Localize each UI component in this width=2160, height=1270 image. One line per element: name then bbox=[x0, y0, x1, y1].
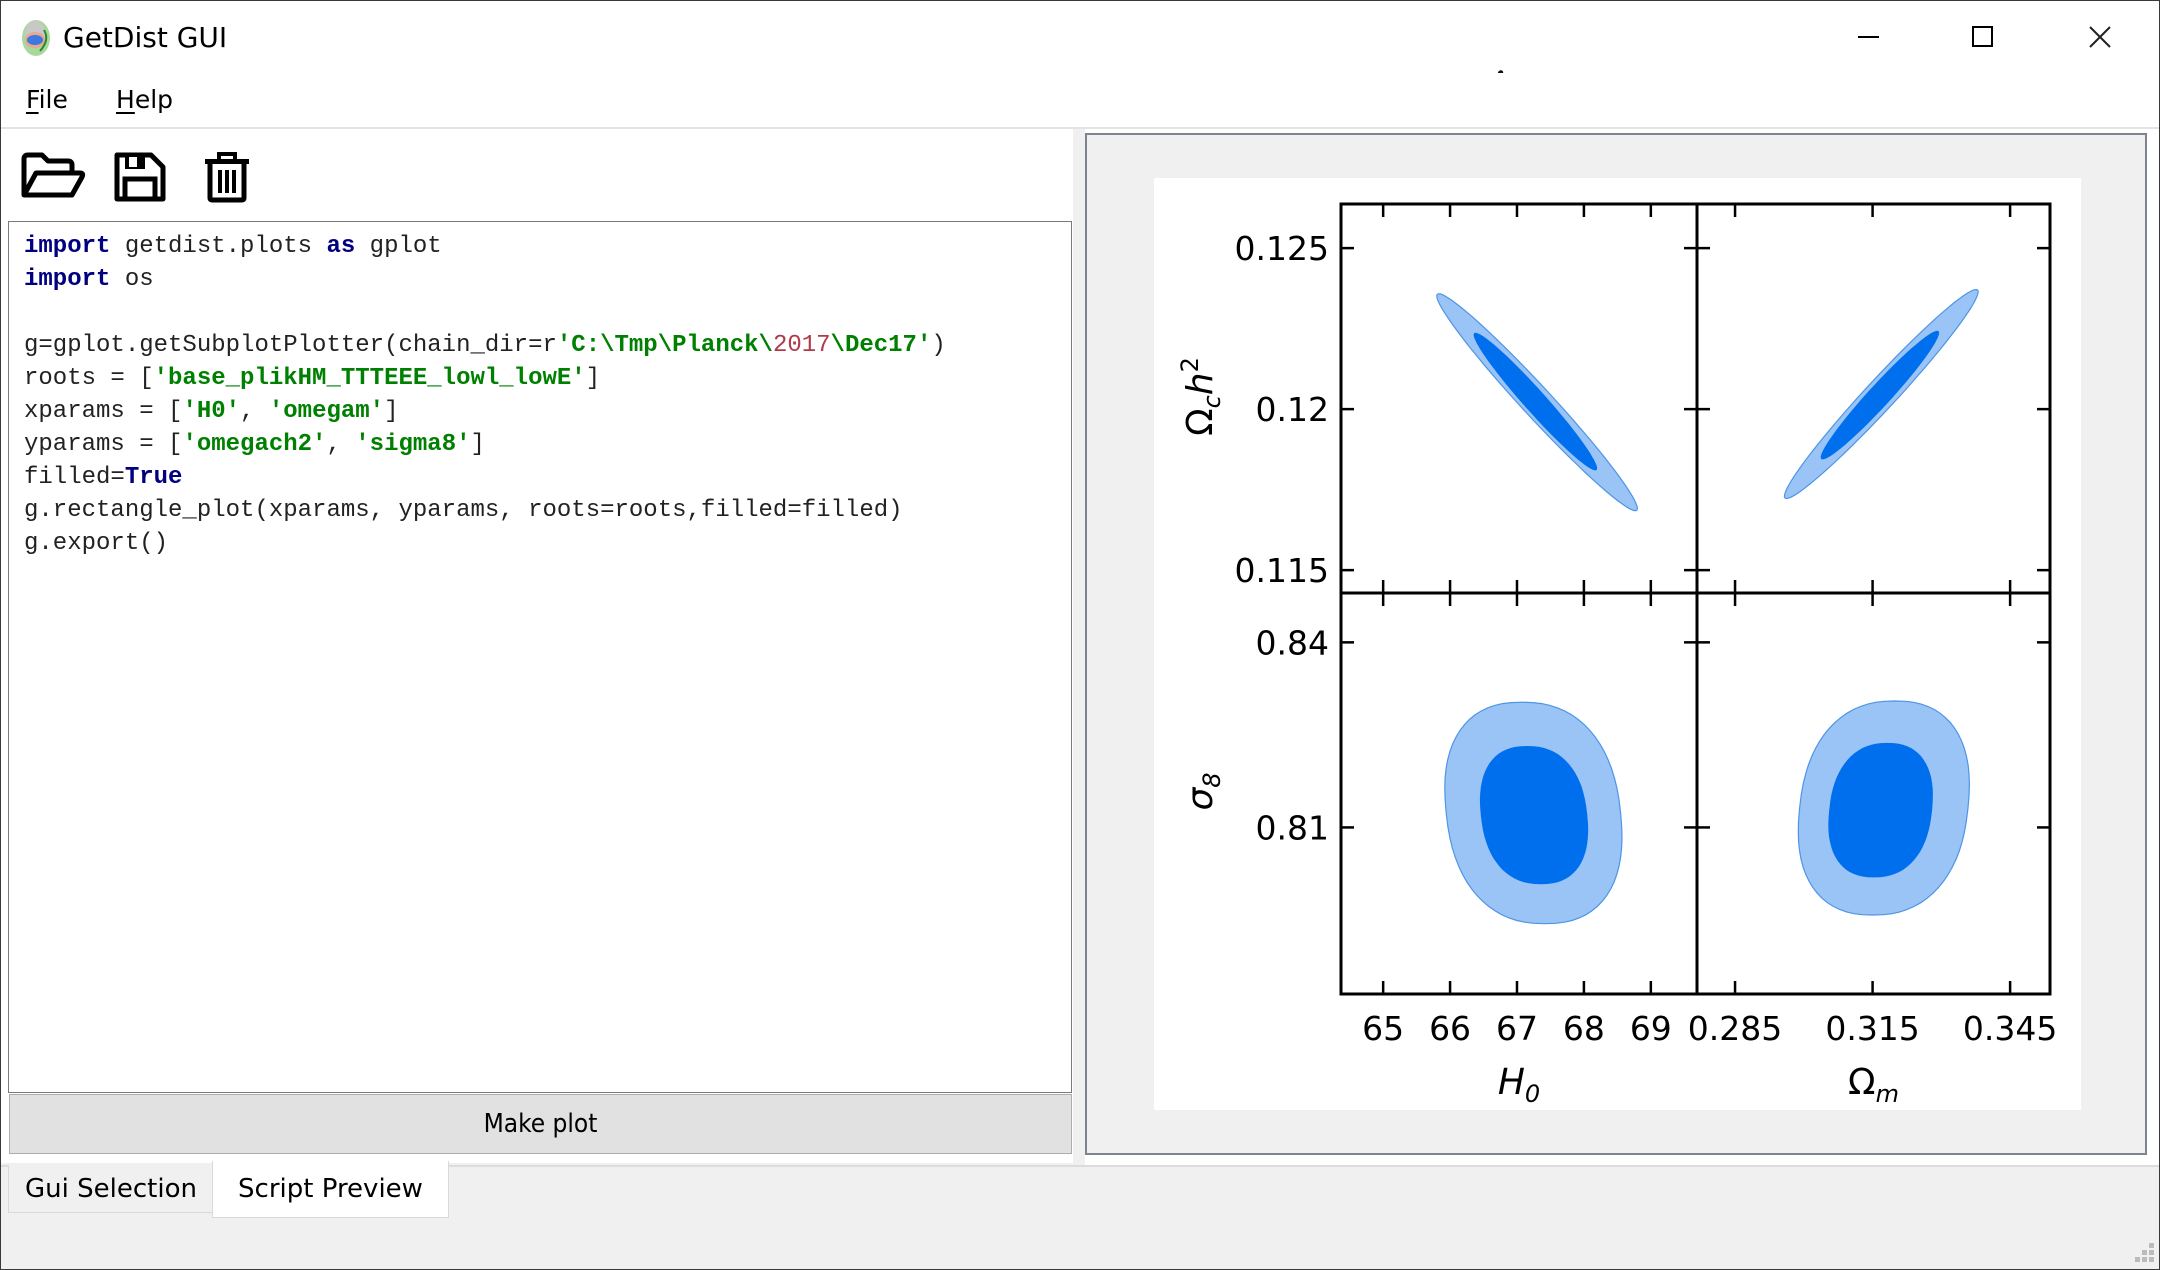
open-folder-icon bbox=[21, 152, 86, 198]
y-tick-label: 0.84 bbox=[1256, 623, 1329, 662]
code-string: 'omegam' bbox=[268, 398, 385, 425]
menu-help-label: elp bbox=[134, 85, 174, 114]
save-button[interactable] bbox=[113, 151, 167, 207]
script-code: import getdist.plots as gplot import os g=… bbox=[24, 230, 946, 560]
open-button[interactable] bbox=[20, 151, 86, 205]
tab-gui-selection[interactable]: Gui Selection bbox=[8, 1165, 214, 1213]
x-tick-label: 66 bbox=[1429, 1009, 1471, 1048]
x-tick-label: 65 bbox=[1362, 1009, 1404, 1048]
x-axis-label-omegam: Ωm bbox=[1848, 1062, 1899, 1108]
code-keyword: as bbox=[326, 233, 356, 260]
menu-help[interactable]: Help bbox=[116, 85, 173, 114]
y-axis-label-sigma8: σ8 bbox=[1180, 772, 1226, 810]
code-keyword: import bbox=[24, 233, 111, 260]
code-line: import getdist.plots as gplot bbox=[24, 230, 946, 263]
app-window: GetDist GUI File Help import getdist.plo… bbox=[0, 0, 2160, 1270]
code-text: os bbox=[110, 266, 154, 293]
code-string: 'H0' bbox=[182, 398, 241, 425]
y-axis-label-omegach2: Ωch2 bbox=[1176, 357, 1226, 436]
menu-file-accesskey: F bbox=[26, 85, 39, 114]
title-bar: GetDist GUI bbox=[1, 1, 2159, 73]
menu-file[interactable]: File bbox=[26, 85, 68, 114]
code-text: ) bbox=[931, 332, 946, 359]
code-string: 'C:\Tmp\Planck\ bbox=[556, 332, 773, 359]
triangle-plot: 65 66 67 68 69 H0 0.285 0.315 0.345 Ωm 0.115 0.12 0.… bbox=[1176, 202, 2057, 1108]
x-tick-label: 0.285 bbox=[1688, 1009, 1782, 1048]
contour-inner-r0c1 bbox=[1820, 330, 1940, 460]
plot-image: 65 66 67 68 69 H0 0.285 0.315 0.345 Ωm 0.115 0.12 0.… bbox=[1154, 178, 2081, 1110]
y-tick-label: 0.115 bbox=[1235, 551, 1329, 590]
code-number: 2017 bbox=[772, 332, 831, 359]
save-icon bbox=[114, 152, 166, 202]
code-line: g=gplot.getSubplotPlotter(chain_dir=r'C:… bbox=[24, 329, 946, 362]
y-tick-label: 0.125 bbox=[1235, 229, 1329, 268]
code-keyword: True bbox=[124, 464, 183, 491]
code-line: import os bbox=[24, 263, 946, 296]
maximize-button[interactable] bbox=[1927, 1, 2039, 73]
contour-inner-r0c0 bbox=[1473, 332, 1598, 471]
code-text: g=gplot.getSubplotPlotter(chain_dir=r bbox=[24, 332, 557, 359]
menu-file-label: ile bbox=[38, 85, 68, 114]
splitter-handle[interactable] bbox=[1073, 129, 1085, 1166]
close-icon bbox=[2089, 26, 2111, 48]
code-text: filled= bbox=[24, 464, 125, 491]
code-string: 'base_plikHM_TTTEEE_lowl_lowE' bbox=[153, 365, 586, 392]
x-tick-label: 67 bbox=[1496, 1009, 1538, 1048]
code-line: filled=True bbox=[24, 461, 946, 494]
menu-help-accesskey: H bbox=[116, 85, 135, 114]
maximize-icon bbox=[1972, 26, 1993, 47]
minimize-button[interactable] bbox=[1813, 1, 1925, 73]
code-text: roots = [ bbox=[24, 365, 154, 392]
code-line: yparams = ['omegach2', 'sigma8'] bbox=[24, 428, 946, 461]
x-tick-label: 0.345 bbox=[1963, 1009, 2057, 1048]
script-editor[interactable]: import getdist.plots as gplot import os g=… bbox=[8, 221, 1072, 1093]
code-keyword: import bbox=[24, 266, 111, 293]
x-tick-label: 68 bbox=[1563, 1009, 1605, 1048]
code-line: xparams = ['H0', 'omegam'] bbox=[24, 395, 946, 428]
code-text: g.export() bbox=[24, 530, 169, 557]
code-text: yparams = [ bbox=[24, 431, 183, 458]
clear-button[interactable] bbox=[203, 151, 251, 207]
code-text: getdist.plots bbox=[110, 233, 327, 260]
x-axis-label-H0: H0 bbox=[1498, 1062, 1540, 1108]
code-text: ] bbox=[384, 398, 399, 425]
y-tick-label: 0.12 bbox=[1256, 390, 1329, 429]
code-line: g.export() bbox=[24, 527, 946, 560]
script-preview-pane: import getdist.plots as gplot import os g=… bbox=[1, 129, 1073, 1163]
y-tick-label: 0.81 bbox=[1256, 808, 1329, 847]
code-text: ] bbox=[585, 365, 601, 392]
close-button[interactable] bbox=[2044, 1, 2156, 73]
make-plot-button[interactable]: Make plot bbox=[9, 1094, 1072, 1154]
code-string: 'sigma8' bbox=[355, 431, 471, 458]
tab-script-preview[interactable]: Script Preview bbox=[212, 1161, 449, 1218]
menu-bar: File Help bbox=[1, 73, 2159, 129]
resize-grip-icon[interactable] bbox=[2133, 1243, 2155, 1265]
trash-icon bbox=[205, 152, 249, 203]
x-tick-label: 0.315 bbox=[1825, 1009, 1919, 1048]
getdist-app-icon bbox=[22, 20, 50, 56]
minimize-icon bbox=[1858, 36, 1879, 38]
code-text: , bbox=[240, 398, 269, 425]
code-text: , bbox=[326, 431, 356, 458]
code-line: roots = ['base_plikHM_TTTEEE_lowl_lowE'] bbox=[24, 362, 946, 395]
code-text: g.rectangle_plot(xparams, yparams, roots… bbox=[24, 497, 903, 524]
code-string: \Dec17' bbox=[830, 332, 932, 359]
code-line: g.rectangle_plot(xparams, yparams, roots… bbox=[24, 494, 946, 527]
window-title: GetDist GUI bbox=[63, 21, 228, 54]
x-tick-label: 69 bbox=[1630, 1009, 1672, 1048]
code-text: gplot bbox=[355, 233, 442, 260]
code-string: 'omegach2' bbox=[182, 431, 327, 458]
code-text: ] bbox=[470, 431, 485, 458]
code-text: xparams = [ bbox=[24, 398, 183, 425]
